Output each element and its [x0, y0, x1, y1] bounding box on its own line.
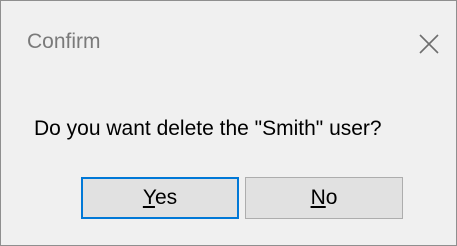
close-icon: [419, 34, 439, 54]
no-label-rest: o: [325, 186, 338, 209]
no-button[interactable]: No: [245, 177, 403, 219]
yes-button[interactable]: Yes: [81, 177, 239, 219]
no-mnemonic: N: [310, 186, 326, 209]
dialog-title: Confirm: [27, 30, 101, 53]
yes-label-rest: es: [154, 186, 178, 209]
confirm-dialog: Confirm Do you want delete the "Smith" u…: [0, 0, 457, 246]
close-button[interactable]: [416, 31, 442, 57]
title-bar: Confirm: [1, 1, 456, 82]
confirm-message: Do you want delete the "Smith" user?: [34, 117, 382, 140]
dialog-content: Do you want delete the "Smith" user? Yes…: [1, 82, 456, 245]
yes-mnemonic: Y: [142, 186, 155, 209]
